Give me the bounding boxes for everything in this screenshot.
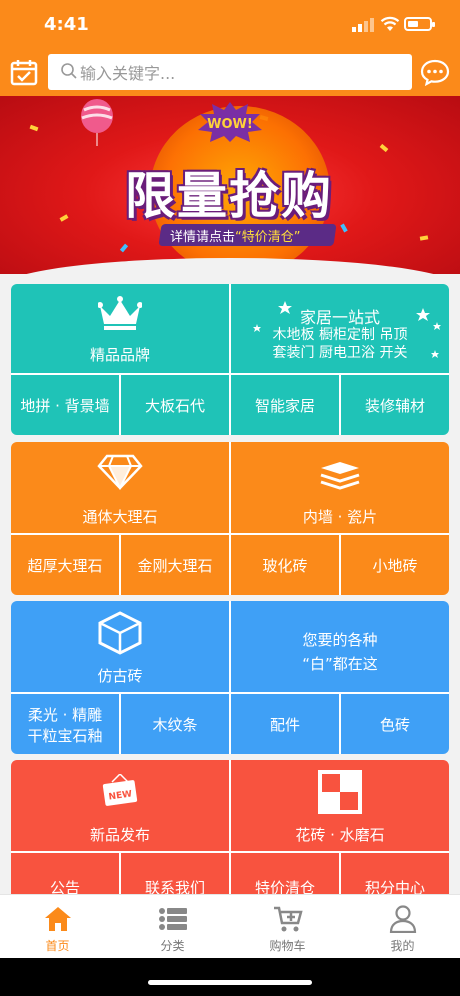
tab-category-label: 分类 xyxy=(160,939,185,953)
wifi-icon xyxy=(380,16,400,31)
category-item-label: 色砖 xyxy=(379,716,410,734)
brand-tile[interactable]: 精品品牌 xyxy=(11,284,229,373)
category-item[interactable]: 柔光 · 精雕 干粒宝石釉 xyxy=(11,694,119,754)
category-item-label: 配件 xyxy=(269,716,300,734)
category-item[interactable]: 色砖 xyxy=(341,694,449,754)
category-item[interactable]: 地拼 · 背景墙 xyxy=(11,375,119,435)
category-item[interactable]: 木纹条 xyxy=(121,694,229,754)
battery-icon xyxy=(404,17,435,31)
antique-tile-label: 仿古砖 xyxy=(97,667,143,685)
category-item-label: 柔光 · 精雕 干粒宝石釉 xyxy=(27,706,103,745)
home-onestop-line1: 木地板 橱柜定制 吊顶 xyxy=(272,327,408,343)
category-section-brand: 精品品牌 家居一站式 木地板 橱柜定制 吊顶 套装门 厨电卫浴 开关 地拼 · … xyxy=(11,284,449,435)
category-item-label: 大板石代 xyxy=(144,397,205,415)
category-item[interactable]: 金刚大理石 xyxy=(121,535,229,595)
status-bar: 4:41 xyxy=(0,0,460,48)
banner-title: 限量抢购 xyxy=(125,167,333,225)
tab-profile-label: 我的 xyxy=(390,939,415,953)
tab-profile[interactable]: 我的 xyxy=(345,895,460,959)
diamond-icon xyxy=(97,454,143,490)
banner-subtitle: 详情请点击“特价清仓” xyxy=(170,226,301,245)
new-tag-icon: NEW xyxy=(102,774,138,806)
white-tiles-line1: 您要的各种 xyxy=(302,631,378,649)
cart-icon xyxy=(274,906,303,932)
category-item-label: 玻化砖 xyxy=(262,557,308,575)
checker-tile-icon xyxy=(318,770,362,814)
wow-burst-icon: WOW! xyxy=(198,102,262,142)
category-item[interactable]: 配件 xyxy=(231,694,339,754)
list-icon xyxy=(159,908,187,930)
calendar-check-icon[interactable] xyxy=(10,58,38,86)
tab-home[interactable]: 首页 xyxy=(0,895,115,959)
home-onestop-line2: 套装门 厨电卫浴 开关 xyxy=(272,345,408,361)
tab-cart[interactable]: 购物车 xyxy=(230,895,345,959)
category-section-marble: 通体大理石 内墙 · 瓷片 超厚大理石 金刚大理石 玻化砖 小地砖 xyxy=(11,442,449,595)
chat-bubble-icon[interactable] xyxy=(420,58,450,86)
confetti xyxy=(379,143,389,153)
category-item[interactable]: 装修辅材 xyxy=(341,375,449,435)
bottom-tab-bar: 首页 分类 购物车 我的 xyxy=(0,894,460,959)
category-item-label: 装修辅材 xyxy=(364,397,425,415)
category-item-label: 金刚大理石 xyxy=(137,557,213,575)
crown-icon xyxy=(98,296,142,330)
category-item-label: 智能家居 xyxy=(254,397,315,415)
category-item-label: 超厚大理石 xyxy=(27,557,103,575)
layers-icon xyxy=(320,462,360,490)
category-item-label: 木纹条 xyxy=(152,716,198,734)
search-input[interactable] xyxy=(78,58,402,88)
category-item[interactable]: 大板石代 xyxy=(121,375,229,435)
brand-tile-label: 精品品牌 xyxy=(89,346,150,364)
confetti xyxy=(419,235,429,241)
confetti xyxy=(29,124,39,132)
home-onestop-tile[interactable]: 家居一站式 木地板 橱柜定制 吊顶 套装门 厨电卫浴 开关 xyxy=(231,284,449,373)
marble-tile[interactable]: 通体大理石 xyxy=(11,442,229,533)
pattern-tile-label: 花砖 · 水磨石 xyxy=(295,826,385,844)
category-item[interactable]: 智能家居 xyxy=(231,375,339,435)
banner-subtitle-prefix: 详情请点击 xyxy=(170,230,236,245)
banner-subtitle-highlight: “特价清仓” xyxy=(235,230,301,245)
wow-badge-text: WOW! xyxy=(207,117,253,132)
app-header: 4:41 xyxy=(0,0,460,96)
pattern-tile[interactable]: 花砖 · 水磨石 xyxy=(231,760,449,851)
category-item[interactable]: 小地砖 xyxy=(341,535,449,595)
new-release-label: 新品发布 xyxy=(89,826,150,844)
tab-cart-label: 购物车 xyxy=(269,939,306,953)
tab-home-label: 首页 xyxy=(45,939,70,953)
user-icon xyxy=(389,905,417,933)
promo-banner[interactable]: WOW! 限量抢购 详情请点击“特价清仓” xyxy=(0,96,460,274)
status-time: 4:41 xyxy=(44,14,89,35)
confetti xyxy=(119,243,129,253)
antique-tile[interactable]: 仿古砖 xyxy=(11,601,229,692)
cellular-signal-icon xyxy=(352,18,374,32)
category-item[interactable]: 玻化砖 xyxy=(231,535,339,595)
confetti xyxy=(59,214,69,222)
search-icon xyxy=(61,63,77,79)
cube-icon xyxy=(98,611,142,655)
category-item-label: 小地砖 xyxy=(372,557,418,575)
white-tiles-line2: “白”都在这 xyxy=(302,655,378,673)
category-section-antique: 仿古砖 您要的各种 “白”都在这 柔光 · 精雕 干粒宝石釉 木纹条 配件 色砖 xyxy=(11,601,449,754)
wall-tile-label: 内墙 · 瓷片 xyxy=(302,508,378,526)
new-release-tile[interactable]: NEW 新品发布 xyxy=(11,760,229,851)
home-indicator[interactable] xyxy=(148,980,312,985)
home-icon xyxy=(45,907,71,931)
home-indicator-area xyxy=(0,958,460,996)
category-item[interactable]: 超厚大理石 xyxy=(11,535,119,595)
white-tiles-tile[interactable]: 您要的各种 “白”都在这 xyxy=(231,601,449,692)
tab-category[interactable]: 分类 xyxy=(115,895,230,959)
category-item-label: 地拼 · 背景墙 xyxy=(20,397,110,415)
marble-tile-label: 通体大理石 xyxy=(82,508,158,526)
search-bar[interactable] xyxy=(48,54,412,90)
wall-tile[interactable]: 内墙 · 瓷片 xyxy=(231,442,449,533)
balloon-icon xyxy=(81,99,113,146)
